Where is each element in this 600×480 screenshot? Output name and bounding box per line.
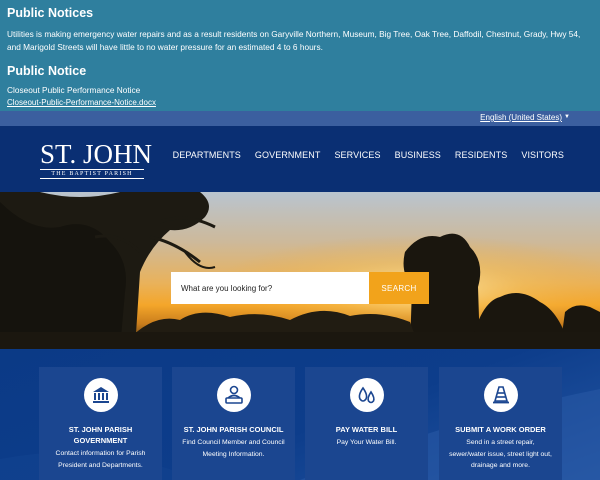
alert-public-notice: Public Notice Closeout Public Performanc… [7,64,593,108]
card-description: Contact information for Parish President… [55,450,146,469]
card-title: PAY WATER BILL [335,425,398,434]
hero-banner: SEARCH [0,192,600,349]
card-description: Pay Your Water Bill. [336,439,397,446]
language-bar: English (United States) ▼ [0,111,600,126]
card-submit-work-order[interactable]: SUBMIT A WORK ORDER Send in a street rep… [439,367,562,480]
language-selector[interactable]: English (United States) [480,113,562,122]
council-member-icon [216,378,251,412]
card-title: SUBMIT A WORK ORDER [455,425,546,434]
nav-item-residents[interactable]: RESIDENTS [455,150,507,160]
logo-sub-text: THE BAPTIST PARISH [40,169,144,179]
nav-item-business[interactable]: BUSINESS [395,150,441,160]
site-logo[interactable]: ST. JOHN THE BAPTIST PARISH [40,139,153,179]
search-input[interactable] [171,272,369,304]
card-title: ST. JOHN PARISH GOVERNMENT [68,425,133,445]
closeout-notice-link[interactable]: Closeout-Public-Performance-Notice.docx [7,97,593,108]
card-description: Find Council Member and Council Meeting … [182,439,285,458]
building-icon [83,378,118,412]
alert-public-notices: Public Notices Utilities is making emerg… [7,6,593,54]
card-pay-water-bill[interactable]: PAY WATER BILL Pay Your Water Bill. [305,367,428,480]
logo-main-text: ST. JOHN [40,139,153,169]
site-header: ST. JOHN THE BAPTIST PARISH DEPARTMENTS … [0,126,600,192]
alert-title: Public Notice [7,64,87,78]
search-button[interactable]: SEARCH [369,272,429,304]
nav-item-visitors[interactable]: VISITORS [521,150,564,160]
water-drops-icon [349,378,384,412]
alert-text: Utilities is making emergency water repa… [7,29,581,52]
card-parish-government[interactable]: ST. JOHN PARISH GOVERNMENT Contact infor… [39,367,162,480]
card-parish-council[interactable]: ST. JOHN PARISH COUNCIL Find Council Mem… [172,367,295,480]
search-bar: SEARCH [171,272,429,304]
alert-title: Public Notices [7,6,94,20]
nav-item-departments[interactable]: DEPARTMENTS [173,150,241,160]
nav-item-services[interactable]: SERVICES [334,150,380,160]
nav-item-government[interactable]: GOVERNMENT [255,150,321,160]
sunset-trees-image [0,192,600,349]
main-nav: DEPARTMENTS GOVERNMENT SERVICES BUSINESS… [173,150,564,160]
quick-links-section: ST. JOHN PARISH GOVERNMENT Contact infor… [0,349,600,480]
alerts-banner: Public Notices Utilities is making emerg… [0,0,600,111]
card-title: ST. JOHN PARISH COUNCIL [183,425,284,434]
caret-down-icon[interactable]: ▼ [564,114,570,120]
alert-text: Closeout Public Performance Notice [7,85,141,95]
card-description: Send in a street repair, sewer/water iss… [449,439,552,469]
traffic-cone-icon [483,378,518,412]
